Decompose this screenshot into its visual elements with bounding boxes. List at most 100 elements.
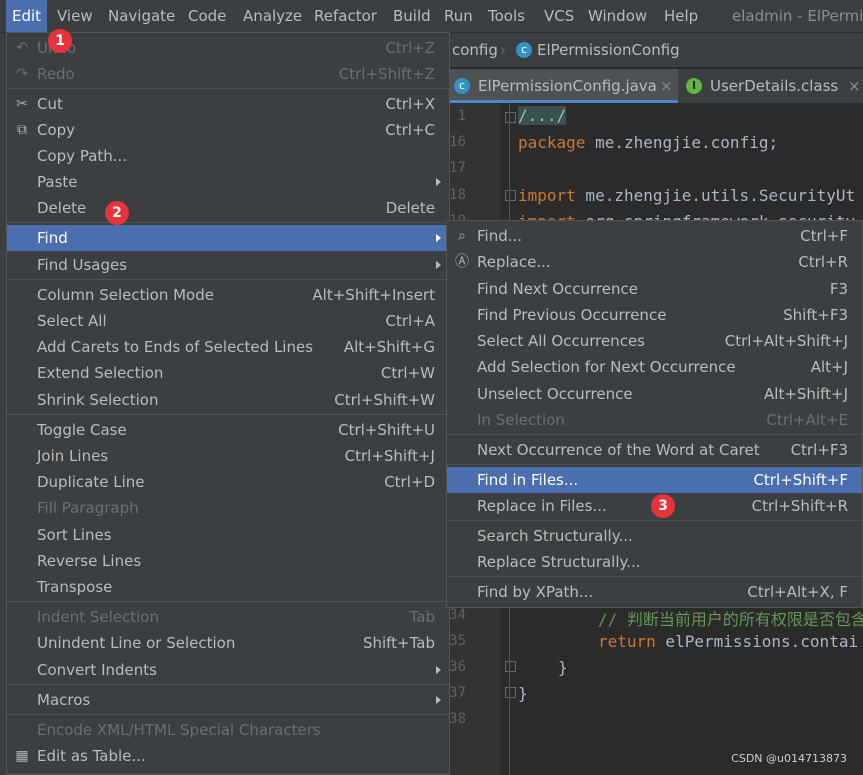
tab-label: ElPermissionConfig.java [478, 77, 657, 95]
menu-item-find-in-files[interactable]: Find in Files... Ctrl+Shift+F [447, 467, 862, 493]
menu-item-label: Fill Paragraph [37, 499, 139, 517]
menu-item-replace-structurally[interactable]: Replace Structurally... [447, 549, 862, 575]
menu-item-shortcut: Ctrl+R [798, 253, 848, 271]
menu-item-toggle-case[interactable]: Toggle Case Ctrl+Shift+U [7, 417, 449, 443]
menu-item-label: Redo [37, 65, 75, 83]
menu-item-find[interactable]: Find [7, 225, 449, 251]
menu-item-label: Select All [37, 312, 107, 330]
class-icon: c [516, 42, 532, 58]
menu-item-cut[interactable]: ✂ Cut Ctrl+X [7, 91, 449, 117]
menu-item-join-lines[interactable]: Join Lines Ctrl+Shift+J [7, 443, 449, 469]
redo-icon: ↷ [16, 66, 28, 82]
folded-code[interactable]: /.../ [518, 106, 567, 125]
menu-item-next-word-occurrence[interactable]: Next Occurrence of the Word at Caret Ctr… [447, 437, 862, 463]
menu-item-select-all-occurrences[interactable]: Select All Occurrences Ctrl+Alt+Shift+J [447, 328, 862, 354]
menu-item-label: Unselect Occurrence [477, 385, 633, 403]
submenu-arrow-icon [436, 234, 441, 242]
menu-item-label: Delete [37, 199, 87, 217]
menu-item-convert-indents[interactable]: Convert Indents [7, 657, 449, 683]
menu-item-shortcut: F3 [829, 280, 848, 298]
menu-item-shortcut: Ctrl+Shift+F [753, 471, 848, 489]
code-text: elPermissions.contai [655, 632, 859, 651]
menu-item-indent-selection: Indent Selection Tab [7, 604, 449, 630]
menu-item-replace[interactable]: Ⓐ Replace... Ctrl+R [447, 249, 862, 275]
menu-item-search-structurally[interactable]: Search Structurally... [447, 523, 862, 549]
tab-userdetails[interactable]: I UserDetails.class × [680, 69, 863, 103]
menu-item-find-previous[interactable]: Find Previous Occurrence Shift+F3 [447, 302, 862, 328]
menu-view[interactable]: View [51, 0, 99, 32]
menu-navigate[interactable]: Navigate [102, 0, 181, 32]
menu-item-column-selection-mode[interactable]: Column Selection Mode Alt+Shift+Insert [7, 282, 449, 308]
menu-item-label: Copy Path... [37, 147, 128, 165]
menu-tools[interactable]: Tools [482, 0, 531, 32]
breadcrumb-class[interactable]: ElPermissionConfig [537, 33, 680, 67]
menu-item-find-by-xpath[interactable]: Find by XPath... Ctrl+Alt+X, F [447, 579, 862, 605]
close-icon[interactable]: × [660, 69, 673, 103]
menu-help[interactable]: Help [658, 0, 704, 32]
menu-item-label: Add Selection for Next Occurrence [477, 358, 736, 376]
fold-icon[interactable] [505, 190, 516, 201]
menu-item-edit-as-table[interactable]: ▦ Edit as Table... [7, 743, 449, 769]
menu-item-label: Reverse Lines [37, 552, 142, 570]
menu-item-label: Find by XPath... [477, 583, 594, 601]
menu-item-shrink-selection[interactable]: Shrink Selection Ctrl+Shift+W [7, 387, 449, 413]
menu-item-shortcut: Ctrl+Shift+Z [338, 65, 435, 83]
fold-icon[interactable] [505, 687, 516, 698]
menu-item-sort-lines[interactable]: Sort Lines [7, 522, 449, 548]
menu-separator [7, 88, 449, 89]
breadcrumb-folder[interactable]: config [452, 33, 498, 67]
menu-edit[interactable]: Edit [6, 0, 48, 32]
menu-window[interactable]: Window [582, 0, 653, 32]
menu-item-label: Convert Indents [37, 661, 157, 679]
menu-build[interactable]: Build [387, 0, 437, 32]
menu-item-label: Cut [37, 95, 63, 113]
menu-item-duplicate-line[interactable]: Duplicate Line Ctrl+D [7, 469, 449, 495]
menu-item-find-next[interactable]: Find Next Occurrence F3 [447, 276, 862, 302]
keyword: package [518, 133, 586, 152]
menu-item-label: Indent Selection [37, 608, 159, 626]
menu-refactor[interactable]: Refactor [308, 0, 383, 32]
edit-menu: ↶ Undo Ctrl+Z ↷ Redo Ctrl+Shift+Z ✂ Cut … [6, 32, 450, 775]
menu-item-encode-xml: Encode XML/HTML Special Characters [7, 717, 449, 743]
menu-separator [447, 434, 862, 435]
menu-item-copy-path[interactable]: Copy Path... [7, 143, 449, 169]
menu-item-label: Replace Structurally... [477, 553, 641, 571]
menu-item-undo: ↶ Undo Ctrl+Z [7, 35, 449, 61]
menu-item-transpose[interactable]: Transpose [7, 574, 449, 600]
menu-vcs[interactable]: VCS [538, 0, 580, 32]
tab-elpermissionconfig[interactable]: c ElPermissionConfig.java × [446, 69, 678, 103]
menu-item-extend-selection[interactable]: Extend Selection Ctrl+W [7, 360, 449, 386]
menu-item-reverse-lines[interactable]: Reverse Lines [7, 548, 449, 574]
search-icon: ⌕ [458, 228, 466, 244]
menu-item-delete[interactable]: Delete Delete [7, 195, 449, 221]
menu-item-add-selection-next[interactable]: Add Selection for Next Occurrence Alt+J [447, 354, 862, 380]
submenu-arrow-icon [436, 178, 441, 186]
menu-item-find-dialog[interactable]: ⌕ Find... Ctrl+F [447, 223, 862, 249]
menu-item-unindent[interactable]: Unindent Line or Selection Shift+Tab [7, 630, 449, 656]
code-line: /.../ [518, 106, 567, 125]
menu-item-shortcut: Ctrl+Shift+W [334, 391, 435, 409]
fold-icon[interactable] [505, 661, 516, 672]
menu-item-label: Next Occurrence of the Word at Caret [477, 441, 760, 459]
close-icon[interactable]: × [848, 69, 861, 103]
code-line: package me.zhengjie.config; [518, 133, 778, 152]
menu-separator [7, 279, 449, 280]
menu-item-copy[interactable]: ⧉ Copy Ctrl+C [7, 117, 449, 143]
menu-item-shortcut: Ctrl+W [380, 364, 435, 382]
fold-icon[interactable] [505, 112, 516, 123]
menu-item-add-carets[interactable]: Add Carets to Ends of Selected Lines Alt… [7, 334, 449, 360]
menu-item-find-usages[interactable]: Find Usages [7, 252, 449, 278]
undo-icon: ↶ [16, 40, 28, 56]
menu-item-select-all[interactable]: Select All Ctrl+A [7, 308, 449, 334]
code-line: } [558, 658, 568, 677]
menu-item-shortcut: Ctrl+Alt+Shift+J [724, 332, 848, 350]
menu-analyze[interactable]: Analyze [237, 0, 308, 32]
menu-item-label: Toggle Case [37, 421, 127, 439]
menu-item-label: Column Selection Mode [37, 286, 214, 304]
menu-run[interactable]: Run [438, 0, 479, 32]
menu-item-macros[interactable]: Macros [7, 687, 449, 713]
menu-code[interactable]: Code [182, 0, 232, 32]
menu-item-paste[interactable]: Paste [7, 169, 449, 195]
menu-item-unselect-occurrence[interactable]: Unselect Occurrence Alt+Shift+J [447, 381, 862, 407]
menu-item-shortcut: Shift+F3 [783, 306, 848, 324]
